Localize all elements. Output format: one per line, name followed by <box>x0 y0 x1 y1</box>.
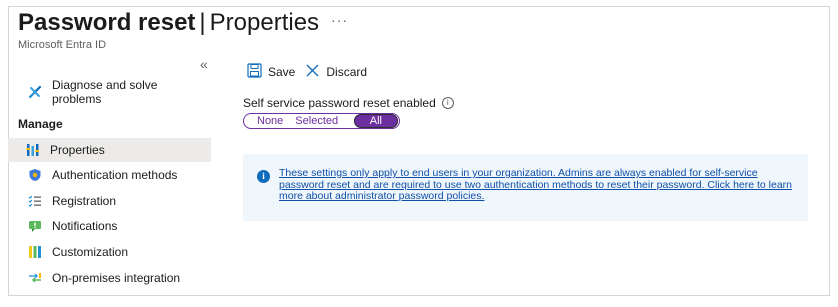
sidebar-item-label: Authentication methods <box>52 168 178 182</box>
page-title-light: Properties <box>209 9 320 36</box>
page-title-strong: Password reset <box>18 9 196 36</box>
page-title-separator: | <box>199 9 206 36</box>
sidebar-item-label: On-premises integration <box>52 271 181 285</box>
discard-label: Discard <box>326 65 368 79</box>
info-icon: i <box>257 170 270 183</box>
info-banner: i These settings only apply to end users… <box>243 154 808 221</box>
sidebar-item-label: Registration <box>52 194 117 208</box>
customization-icon <box>28 245 42 259</box>
sidebar-item-notifications[interactable]: Notifications <box>18 214 208 238</box>
list-icon <box>28 194 42 208</box>
sidebar-item-authentication-methods[interactable]: Authentication methods <box>18 163 208 187</box>
toggle-option-none[interactable]: None <box>244 114 289 128</box>
toggle-option-selected[interactable]: Selected <box>289 114 344 128</box>
save-icon <box>247 63 262 81</box>
sidebar-item-registration[interactable]: Registration <box>18 189 208 213</box>
sidebar-item-properties[interactable]: Properties <box>8 138 211 162</box>
page-subtitle: Microsoft Entra ID <box>18 38 107 51</box>
sidebar-item-on-premises-integration[interactable]: On-premises integration <box>18 266 208 290</box>
notification-icon <box>28 219 42 233</box>
page-title: Password reset | Properties ··· <box>18 8 348 39</box>
page-header: Password reset | Properties ··· Microsoft E… <box>18 8 348 51</box>
sync-icon <box>28 271 42 285</box>
sidebar-item-customization[interactable]: Customization <box>18 240 208 264</box>
close-icon <box>305 63 320 81</box>
command-bar: Save Discard <box>247 63 367 81</box>
more-options-icon[interactable]: ··· <box>331 5 348 35</box>
info-icon[interactable]: i <box>441 97 454 109</box>
collapse-sidebar-icon[interactable]: « <box>200 56 208 72</box>
sidebar-item-label: Notifications <box>52 219 118 233</box>
sidebar-item-label: Properties <box>50 143 105 157</box>
sspr-toggle-group: None Selected All <box>243 113 400 129</box>
properties-icon <box>26 143 40 157</box>
wrench-icon <box>28 85 42 99</box>
discard-button[interactable]: Discard <box>305 63 367 81</box>
save-label: Save <box>268 65 296 79</box>
sidebar-item-label: Customization <box>52 245 129 259</box>
manage-section-label: Manage <box>18 117 63 131</box>
save-button[interactable]: Save <box>247 63 295 81</box>
sidebar-item-label: Diagnose and solve problems <box>52 78 158 106</box>
shield-icon <box>28 168 42 182</box>
password-policies-link[interactable]: These settings only apply to end users i… <box>279 167 792 202</box>
sidebar-item-diagnose[interactable]: Diagnose and solve problems <box>18 78 208 106</box>
toggle-option-all[interactable]: All <box>353 114 398 128</box>
sspr-label-text: Self service password reset enabled <box>243 96 436 110</box>
sspr-enabled-label: Self service password reset enabled i <box>243 96 454 110</box>
